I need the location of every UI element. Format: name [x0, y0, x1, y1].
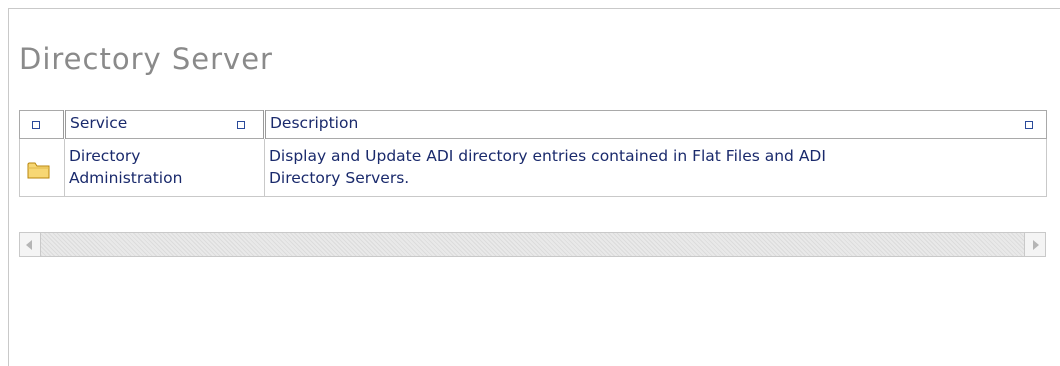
services-table: Service Description Directory Administra…: [19, 110, 1047, 197]
service-column-header[interactable]: Service: [63, 110, 265, 139]
description-column-label: Description: [270, 114, 359, 132]
row-icon-cell: [19, 138, 65, 197]
select-column-header[interactable]: [19, 110, 65, 139]
service-name-line[interactable]: Directory: [69, 145, 264, 167]
table-header-row: Service Description: [19, 110, 1047, 139]
folder-icon[interactable]: [27, 161, 51, 179]
description-column-header[interactable]: Description: [263, 110, 1047, 139]
description-line: Display and Update ADI directory entries…: [269, 147, 826, 165]
column-menu-icon[interactable]: [32, 121, 40, 129]
scroll-left-button[interactable]: [20, 233, 41, 256]
table-row[interactable]: Directory Administration Display and Upd…: [19, 138, 1047, 197]
service-column-label: Service: [70, 114, 128, 132]
column-menu-icon[interactable]: [237, 121, 245, 129]
service-name-line[interactable]: Administration: [69, 167, 264, 189]
horizontal-scrollbar[interactable]: [19, 232, 1046, 257]
chevron-left-icon: [26, 240, 32, 250]
column-menu-icon[interactable]: [1025, 121, 1033, 129]
scroll-right-button[interactable]: [1024, 233, 1045, 256]
page-title: Directory Server: [19, 42, 273, 76]
description-cell: Display and Update ADI directory entries…: [264, 138, 1047, 197]
chevron-right-icon: [1033, 240, 1039, 250]
description-line: Directory Servers.: [269, 169, 410, 187]
service-cell[interactable]: Directory Administration: [64, 138, 265, 197]
